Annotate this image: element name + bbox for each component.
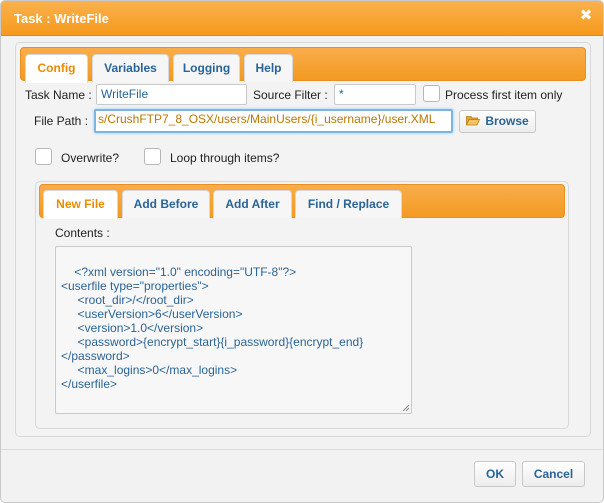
process-first-label: Process first item only xyxy=(445,88,563,102)
contents-label: Contents : xyxy=(55,226,110,240)
file-path-label: File Path : xyxy=(34,114,89,128)
tab-help[interactable]: Help xyxy=(244,54,293,82)
tab-logging[interactable]: Logging xyxy=(173,54,240,82)
main-tab-bar: Config Variables Logging Help xyxy=(20,47,586,83)
source-filter-input[interactable]: * xyxy=(334,84,416,105)
source-filter-label: Source Filter : xyxy=(253,88,328,102)
close-icon[interactable]: ✖ xyxy=(579,8,593,23)
contents-text: <?xml version="1.0" encoding="UTF-8"?> <… xyxy=(61,265,364,391)
tab-add-before[interactable]: Add Before xyxy=(122,190,210,218)
resize-grip-icon[interactable] xyxy=(402,404,410,412)
browse-label: Browse xyxy=(485,114,529,128)
task-dialog: Task : WriteFile ✖ Config Variables Logg… xyxy=(0,0,604,503)
tab-new-file[interactable]: New File xyxy=(43,190,118,219)
loop-items-label: Loop through items? xyxy=(170,151,280,165)
file-path-value: s/CrushFTP7_8_OSX/users/MainUsers/{i_use… xyxy=(98,112,436,126)
process-first-checkbox[interactable] xyxy=(423,85,440,102)
browse-button[interactable]: Browse xyxy=(459,110,536,133)
cancel-button[interactable]: Cancel xyxy=(522,461,585,487)
dialog-titlebar[interactable]: Task : WriteFile ✖ xyxy=(1,1,603,36)
tab-config[interactable]: Config xyxy=(25,54,88,83)
content-tab-bar: New File Add Before Add After Find / Rep… xyxy=(39,184,565,219)
tab-variables[interactable]: Variables xyxy=(92,54,169,82)
footer-divider xyxy=(1,449,603,450)
overwrite-checkbox[interactable] xyxy=(35,148,52,165)
task-name-input[interactable]: WriteFile xyxy=(96,84,247,105)
loop-items-checkbox[interactable] xyxy=(144,148,161,165)
overwrite-label: Overwrite? xyxy=(61,151,120,165)
dialog-title: Task : WriteFile xyxy=(14,11,109,26)
ok-button[interactable]: OK xyxy=(474,461,516,487)
contents-textarea[interactable]: <?xml version="1.0" encoding="UTF-8"?> <… xyxy=(55,246,412,414)
file-path-input[interactable]: s/CrushFTP7_8_OSX/users/MainUsers/{i_use… xyxy=(94,109,453,133)
tab-find-replace[interactable]: Find / Replace xyxy=(295,190,402,218)
tab-add-after[interactable]: Add After xyxy=(213,190,292,218)
folder-open-icon xyxy=(466,112,481,126)
task-name-label: Task Name : xyxy=(25,88,92,102)
